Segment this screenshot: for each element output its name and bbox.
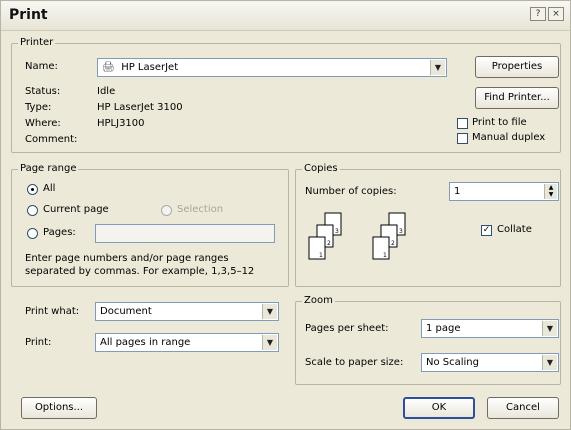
printer-icon: 🖨 xyxy=(102,62,115,73)
pages-per-sheet-select[interactable]: 1 page ▼ xyxy=(421,319,559,338)
printer-name-value: HP LaserJet xyxy=(121,62,179,73)
print-to-file-checkbox[interactable] xyxy=(457,118,468,129)
status-value: Idle xyxy=(97,86,116,97)
svg-text:1: 1 xyxy=(383,252,387,259)
collate-label: Collate xyxy=(497,224,532,235)
name-label: Name: xyxy=(25,61,58,72)
dialog-title: Print xyxy=(9,7,48,23)
print-value: All pages in range xyxy=(100,337,191,348)
status-label: Status: xyxy=(25,86,61,97)
spinner-arrows-icon[interactable]: ▲ ▼ xyxy=(544,184,557,199)
pages-per-sheet-label: Pages per sheet: xyxy=(305,323,389,334)
print-what-value: Document xyxy=(100,306,152,317)
range-pages-radio[interactable] xyxy=(27,228,38,239)
page-range-help-line-2: separated by commas. For example, 1,3,5–… xyxy=(25,266,255,277)
zoom-group: Zoom xyxy=(295,295,561,385)
close-button[interactable]: × xyxy=(548,7,564,21)
manual-duplex-checkbox[interactable] xyxy=(457,133,468,144)
chevron-down-icon: ▼ xyxy=(430,60,445,75)
where-label: Where: xyxy=(25,118,61,129)
options-button[interactable]: Options... xyxy=(21,397,97,419)
collate-pages-icon: 321 321 xyxy=(308,212,406,260)
copies-label: Copies xyxy=(302,163,340,174)
help-button[interactable]: ? xyxy=(530,7,546,21)
scale-to-paper-label: Scale to paper size: xyxy=(305,357,404,368)
svg-text:3: 3 xyxy=(399,228,403,235)
number-of-copies-value: 1 xyxy=(454,186,461,197)
print-dialog: Print ? × Printer Name: 🖨 HP LaserJet ▼ … xyxy=(0,0,571,430)
chevron-down-icon: ▼ xyxy=(542,355,557,370)
range-current-page-radio[interactable] xyxy=(27,205,38,216)
comment-label: Comment: xyxy=(25,134,78,145)
scale-to-paper-select[interactable]: No Scaling ▼ xyxy=(421,353,559,372)
print-what-label: Print what: xyxy=(25,306,80,317)
print-select[interactable]: All pages in range ▼ xyxy=(95,333,279,352)
chevron-down-icon: ▼ xyxy=(262,304,277,319)
zoom-label: Zoom xyxy=(302,295,335,306)
pages-input[interactable] xyxy=(95,224,275,243)
svg-text:3: 3 xyxy=(335,228,339,235)
range-all-radio[interactable] xyxy=(27,184,38,195)
page-range-label: Page range xyxy=(18,163,79,174)
printer-name-select[interactable]: 🖨 HP LaserJet ▼ xyxy=(97,58,447,77)
svg-text:2: 2 xyxy=(327,240,331,247)
svg-text:1: 1 xyxy=(319,252,323,259)
print-to-file-label: Print to file xyxy=(472,117,527,128)
manual-duplex-label: Manual duplex xyxy=(472,132,546,143)
print-label: Print: xyxy=(25,337,52,348)
range-pages-label: Pages: xyxy=(43,227,76,238)
title-bar: Print ? × xyxy=(1,1,570,31)
chevron-down-icon: ▼ xyxy=(262,335,277,350)
range-all-label: All xyxy=(43,183,56,194)
ok-button[interactable]: OK xyxy=(403,397,475,419)
printer-group-label: Printer xyxy=(18,37,56,48)
type-value: HP LaserJet 3100 xyxy=(97,102,183,113)
find-printer-button[interactable]: Find Printer... xyxy=(475,87,559,109)
svg-text:2: 2 xyxy=(391,240,395,247)
type-label: Type: xyxy=(25,102,52,113)
chevron-down-icon: ▼ xyxy=(542,321,557,336)
page-range-help-line-1: Enter page numbers and/or page ranges xyxy=(25,253,229,264)
where-value: HPLJ3100 xyxy=(97,118,145,129)
number-of-copies-input[interactable]: 1 ▲ ▼ xyxy=(449,182,559,201)
number-of-copies-label: Number of copies: xyxy=(305,186,397,197)
range-current-page-label: Current page xyxy=(43,204,109,215)
print-what-select[interactable]: Document ▼ xyxy=(95,302,279,321)
range-selection-label: Selection xyxy=(177,204,224,215)
collate-checkbox[interactable]: ✓ xyxy=(481,225,492,236)
scale-to-paper-value: No Scaling xyxy=(426,357,479,368)
range-selection-radio[interactable] xyxy=(161,205,172,216)
pages-per-sheet-value: 1 page xyxy=(426,323,461,334)
properties-button[interactable]: Properties xyxy=(475,56,559,78)
cancel-button[interactable]: Cancel xyxy=(487,397,559,419)
